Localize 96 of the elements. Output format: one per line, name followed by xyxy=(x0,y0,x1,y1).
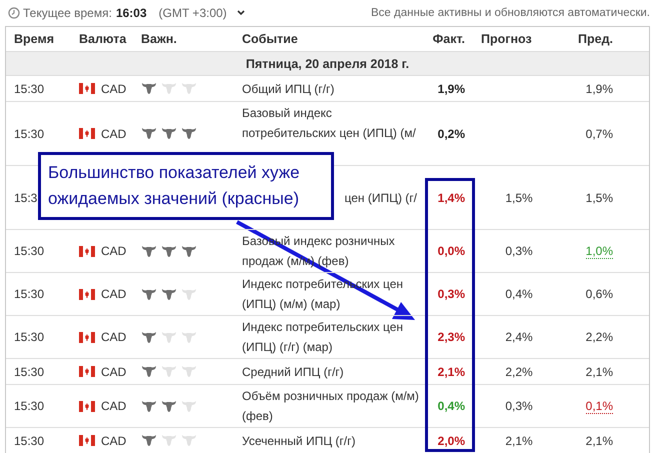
actual-value: 2,1% xyxy=(438,364,465,378)
time-cell: 15:30 xyxy=(14,287,44,301)
timezone-selector[interactable]: (GMT +3:00) xyxy=(158,6,227,20)
actual-value: 0,0% xyxy=(438,244,465,258)
bull-icon xyxy=(161,330,177,344)
flag-icon xyxy=(79,83,95,94)
column-header: Пред. xyxy=(577,32,613,46)
bull-icon xyxy=(181,330,197,344)
bull-icon xyxy=(181,288,197,300)
column-header: Факт. xyxy=(432,32,465,46)
currency-code: CAD xyxy=(101,243,126,260)
forecast-value: 1,5% xyxy=(505,190,533,204)
previous-value: 2,1% xyxy=(586,364,613,378)
previous-value: 0,1% xyxy=(586,399,613,414)
event-name[interactable]: Объём розничных продаж (м/м) (фев) xyxy=(242,386,423,426)
event-name[interactable]: Индекс потребительских цен (ИПЦ) (г/г) (мар) xyxy=(242,317,423,357)
previous-value: 1,0% xyxy=(586,244,613,259)
event-name[interactable]: Усеченный ИПЦ (г/г) xyxy=(242,430,423,450)
previous-value: 1,9% xyxy=(586,82,613,96)
event-name[interactable]: Общий ИПЦ (г/г) xyxy=(242,78,423,98)
bull-icon xyxy=(181,365,197,378)
bull-icon xyxy=(181,127,197,140)
time-cell: 15:30 xyxy=(14,364,44,378)
column-header: Важн. xyxy=(141,32,178,46)
flag-icon xyxy=(79,435,95,446)
bull-icon xyxy=(141,400,157,412)
previous-value: 1,5% xyxy=(586,190,613,204)
forecast-value: 2,4% xyxy=(505,330,533,344)
bull-icon xyxy=(141,434,157,447)
currency-code: CAD xyxy=(101,364,126,380)
currency-code: CAD xyxy=(101,286,126,303)
forecast-value: 2,2% xyxy=(505,364,533,378)
flag-icon xyxy=(79,246,95,256)
time-cell: 15:30 xyxy=(14,126,44,140)
forecast-value: 0,3% xyxy=(505,244,533,258)
current-time: 16:03 xyxy=(116,6,147,20)
bull-icon xyxy=(141,365,157,378)
chevron-down-icon[interactable] xyxy=(236,10,245,16)
auto-update-notice: Все данные активны и обновляются автоматически. xyxy=(371,6,650,18)
currency-code: CAD xyxy=(101,432,126,450)
event-name[interactable]: Базовый индекс потребительских цен (ИПЦ) (м/ xyxy=(242,103,423,143)
forecast-value: 2,1% xyxy=(505,434,533,448)
flag-icon xyxy=(79,366,95,377)
currency-code: CAD xyxy=(101,329,126,346)
bull-icon xyxy=(161,244,177,258)
flag-icon xyxy=(79,288,95,300)
column-header: Событие xyxy=(241,32,299,46)
actual-value: 0,2% xyxy=(438,126,465,140)
time-cell: 15:30 xyxy=(14,330,44,344)
bull-icon xyxy=(141,244,157,258)
column-header: Валюта xyxy=(78,32,128,46)
bull-icon xyxy=(141,127,157,140)
event-name[interactable]: цен (ИПЦ) (г/ xyxy=(344,188,417,208)
column-header: Время xyxy=(13,32,55,46)
time-label: Текущее время: xyxy=(23,6,112,20)
bull-icon xyxy=(141,288,157,300)
actual-value: 0,3% xyxy=(438,287,465,301)
bull-icon xyxy=(181,82,197,95)
actual-value: 2,0% xyxy=(438,434,465,448)
time-cell: 15:30 xyxy=(14,399,44,413)
actual-value: 1,9% xyxy=(438,82,465,96)
bull-icon xyxy=(161,434,177,447)
bull-icon xyxy=(141,82,157,95)
bull-icon xyxy=(141,330,157,344)
flag-icon xyxy=(79,332,95,342)
bull-icon xyxy=(181,244,197,258)
forecast-value: 0,3% xyxy=(505,399,533,413)
flag-icon xyxy=(79,400,95,412)
previous-value: 2,2% xyxy=(586,330,613,344)
bull-icon xyxy=(161,400,177,412)
currency-code: CAD xyxy=(101,126,126,142)
clock-icon xyxy=(8,6,20,18)
bull-icon xyxy=(161,127,177,140)
event-name[interactable]: Средний ИПЦ (г/г) xyxy=(242,362,423,382)
time-cell: 15:30 xyxy=(14,244,44,258)
previous-value: 0,6% xyxy=(586,287,613,301)
actual-value: 0,4% xyxy=(438,399,465,413)
date-heading: Пятница, 20 апреля 2018 г. xyxy=(246,56,410,70)
previous-value: 0,7% xyxy=(586,126,613,140)
bull-icon xyxy=(181,400,197,412)
time-cell: 15:30 xyxy=(14,82,44,96)
time-cell: 15:30 xyxy=(14,434,44,448)
bull-icon xyxy=(181,434,197,447)
forecast-value: 0,4% xyxy=(505,287,533,301)
bull-icon xyxy=(161,365,177,378)
column-header: Прогноз xyxy=(480,32,533,46)
currency-code: CAD xyxy=(101,80,126,98)
previous-value: 2,1% xyxy=(586,434,613,448)
actual-value: 1,4% xyxy=(438,190,465,204)
time-cell: 15:3 xyxy=(14,190,38,204)
currency-code: CAD xyxy=(101,398,126,415)
flag-icon xyxy=(79,128,95,139)
annotation-callout: Большинство показателей хуже ожидаемых значений (красные) xyxy=(38,152,334,220)
bull-icon xyxy=(161,82,177,95)
actual-value: 2,3% xyxy=(438,330,465,344)
bull-icon xyxy=(161,288,177,300)
